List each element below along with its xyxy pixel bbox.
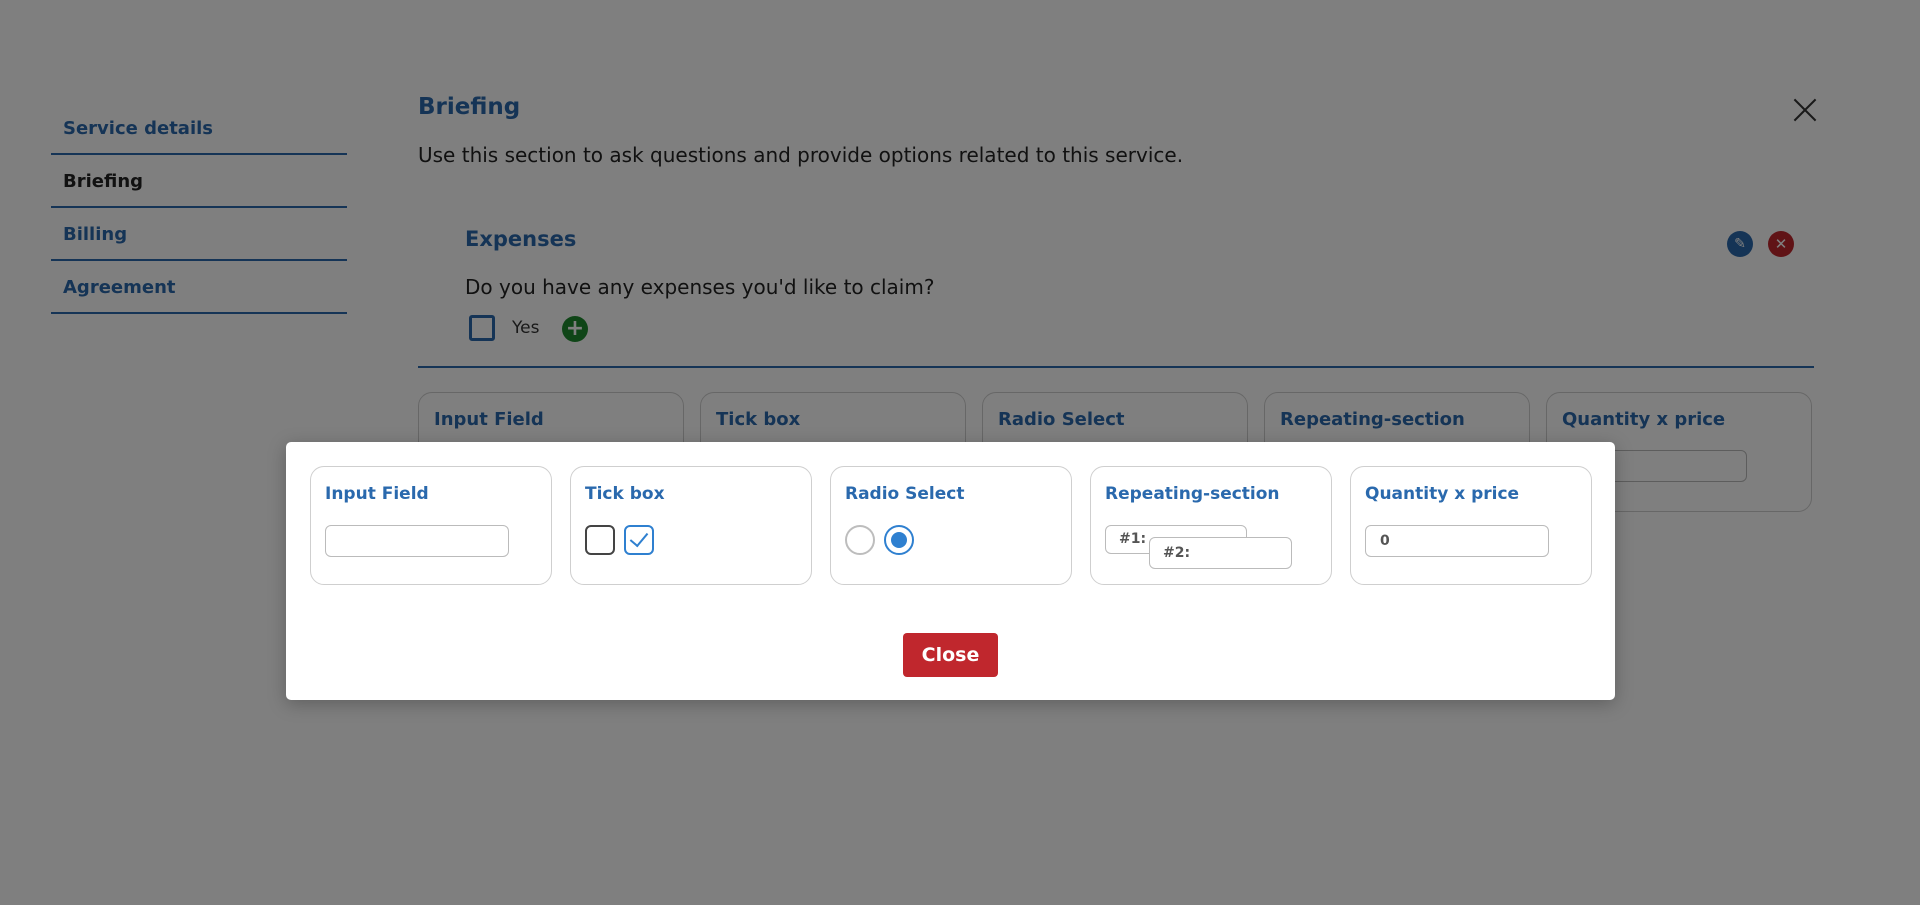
preview-card-tickbox: Tick box — [570, 466, 812, 585]
card-title: Repeating-section — [1105, 484, 1280, 504]
preview-card-quantity: Quantity x price — [1350, 466, 1592, 585]
field-preview-modal: Input Field Tick box Radio Select Repeat… — [286, 442, 1615, 700]
radio-selected[interactable] — [884, 525, 914, 555]
quantity-input[interactable] — [1365, 525, 1549, 557]
repeating-item-2[interactable]: #2: — [1149, 537, 1292, 569]
close-button[interactable]: Close — [903, 633, 998, 677]
card-title: Quantity x price — [1365, 484, 1520, 504]
card-title: Radio Select — [845, 484, 965, 504]
preview-card-radio: Radio Select — [830, 466, 1072, 585]
radio-unselected[interactable] — [845, 525, 875, 555]
preview-card-input: Input Field — [310, 466, 552, 585]
card-title: Input Field — [325, 484, 429, 504]
input-field-preview[interactable] — [325, 525, 509, 557]
preview-card-repeating: Repeating-section #1: #2: — [1090, 466, 1332, 585]
tickbox-unchecked[interactable] — [585, 525, 615, 555]
tickbox-checked[interactable] — [624, 525, 654, 555]
card-title: Tick box — [585, 484, 665, 504]
